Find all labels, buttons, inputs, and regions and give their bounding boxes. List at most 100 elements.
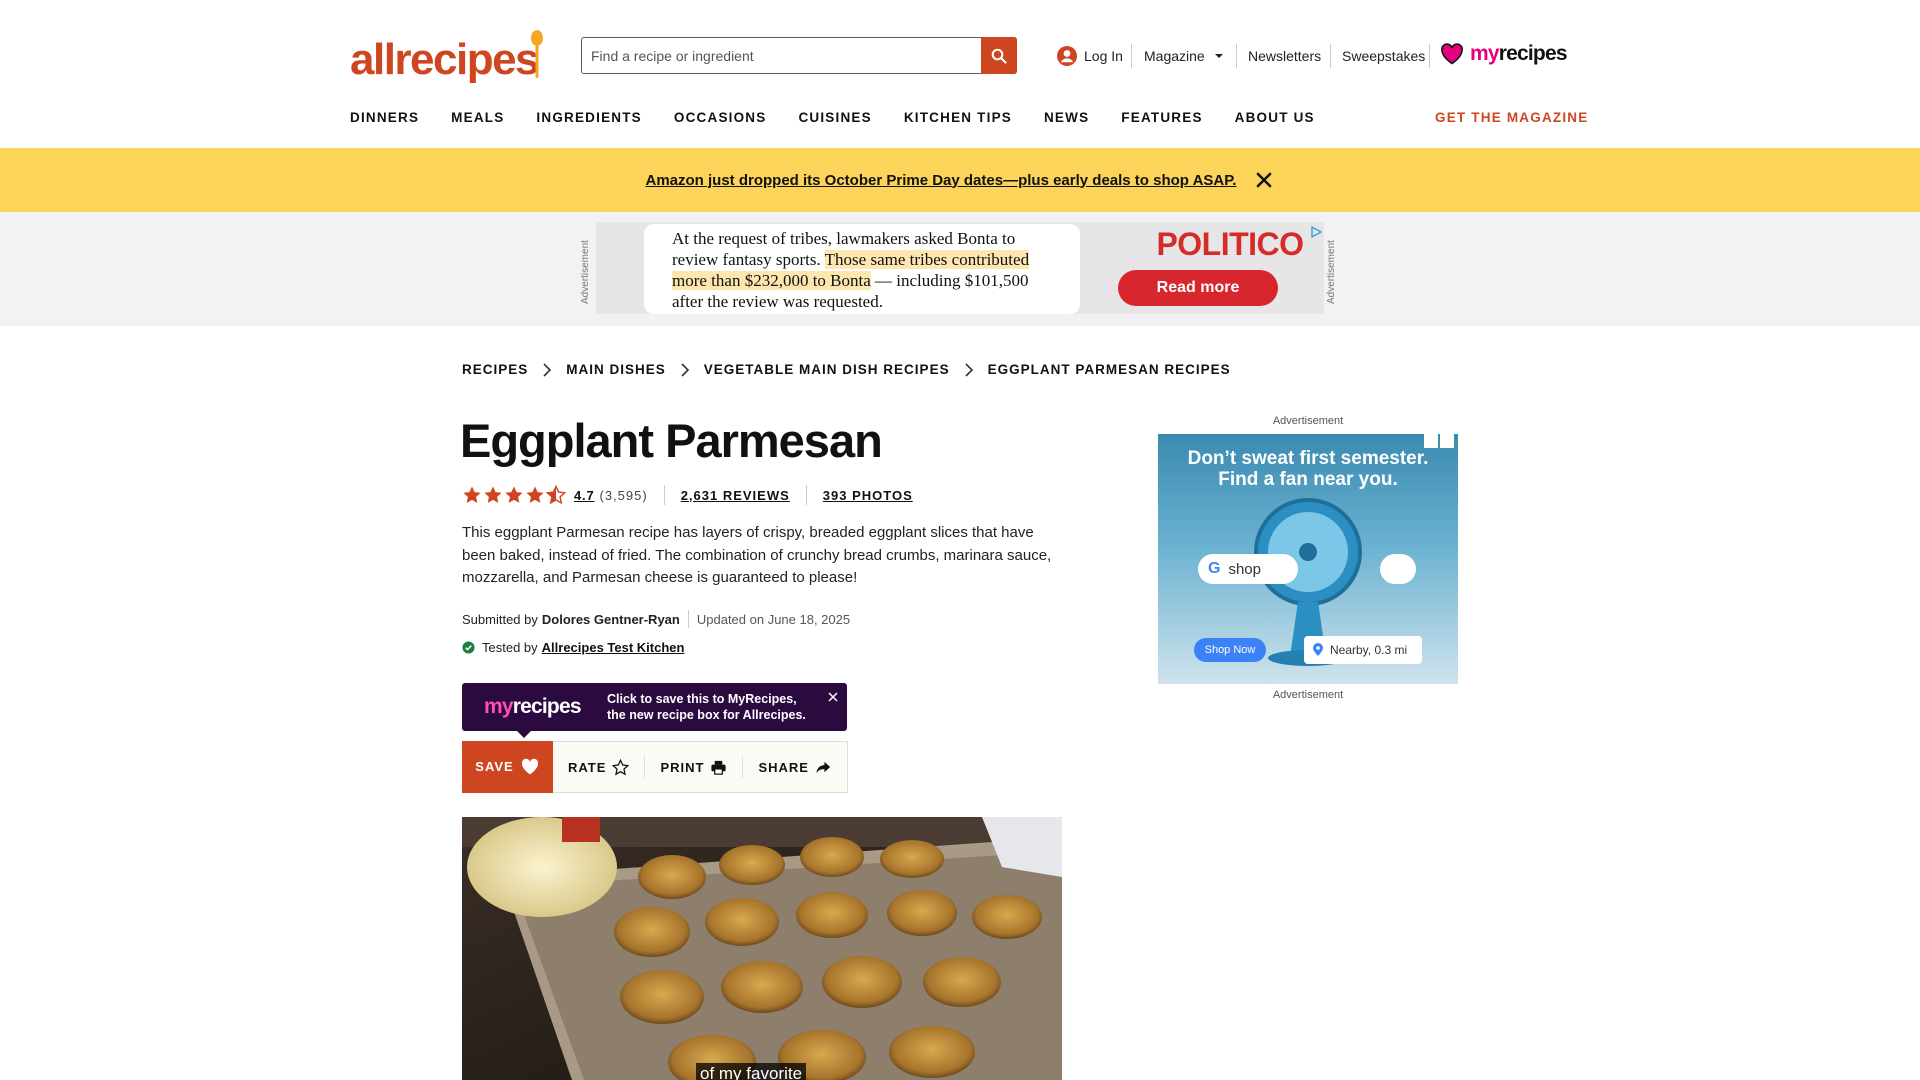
politico-ad[interactable]: At the request of tribes, lawmakers aske… xyxy=(596,222,1324,314)
chevron-right-icon xyxy=(681,362,689,377)
side-ad-label-bottom: Advertisement xyxy=(1272,689,1344,701)
test-kitchen-link[interactable]: Allrecipes Test Kitchen xyxy=(542,640,685,655)
printer-icon xyxy=(711,760,727,775)
login-link[interactable]: Log In xyxy=(1056,44,1123,68)
star-full-icon xyxy=(526,486,544,503)
close-icon[interactable] xyxy=(827,691,839,703)
nav-dinners[interactable]: DINNERS xyxy=(350,110,419,125)
logo-text: allrecipes xyxy=(350,35,540,84)
ad-choices[interactable] xyxy=(1424,434,1454,448)
save-label: SAVE xyxy=(475,759,514,774)
google-lens-icon[interactable] xyxy=(1380,554,1416,584)
myrecipes-logo: myrecipes xyxy=(484,695,582,719)
save-button[interactable]: SAVE xyxy=(462,740,553,793)
divider xyxy=(1429,44,1430,68)
caret-down-icon xyxy=(1214,54,1223,58)
adchoices-icon[interactable] xyxy=(1424,434,1438,448)
star-outline-icon xyxy=(612,758,630,775)
search-bar xyxy=(581,37,1017,74)
ad-menu-icon[interactable] xyxy=(1440,434,1454,448)
breadcrumb-recipes[interactable]: RECIPES xyxy=(462,362,528,377)
breadcrumb-eggplant-parmesan[interactable]: EGGPLANT PARMESAN RECIPES xyxy=(988,362,1231,377)
recipe-description: This eggplant Parmesan recipe has layers… xyxy=(462,524,1052,586)
newsletters-link[interactable]: Newsletters xyxy=(1248,44,1321,68)
rating-value[interactable]: 4.7 xyxy=(574,488,594,503)
read-more-button[interactable]: Read more xyxy=(1118,270,1278,306)
chevron-right-icon xyxy=(965,362,973,377)
tooltip-tail xyxy=(516,730,532,738)
reviews-link[interactable]: 2,631 REVIEWS xyxy=(681,488,790,503)
recipe-video[interactable]: of my favorite xyxy=(462,817,1062,1080)
allrecipes-logo[interactable]: allrecipes xyxy=(350,30,544,84)
ad-label-left: Advertisement xyxy=(580,240,591,304)
myrecipes-link[interactable]: my recipes xyxy=(1440,42,1568,66)
nav-kitchen-tips[interactable]: KITCHEN TIPS xyxy=(904,110,1012,125)
breadcrumb: RECIPES MAIN DISHES VEGETABLE MAIN DISH … xyxy=(462,362,1231,377)
tested-by: Tested by Allrecipes Test Kitchen xyxy=(462,640,684,655)
nav-ingredients[interactable]: INGREDIENTS xyxy=(536,110,641,125)
magazine-menu[interactable]: Magazine xyxy=(1144,44,1224,68)
google-shop-pill[interactable]: G shop xyxy=(1198,554,1298,584)
login-label: Log In xyxy=(1084,48,1123,64)
main-nav: DINNERS MEALS INGREDIENTS OCCASIONS CUIS… xyxy=(350,110,1347,125)
submitted-by-label: Submitted by xyxy=(462,611,538,627)
star-full-icon xyxy=(463,486,481,503)
ad-line-2b: Those same tribes contributed xyxy=(824,250,1030,269)
nav-cuisines[interactable]: CUISINES xyxy=(798,110,871,125)
myrecipes-logo-my: my xyxy=(484,695,514,718)
user-icon xyxy=(1057,46,1077,66)
ad-text-card: At the request of tribes, lawmakers aske… xyxy=(644,224,1080,314)
search-input[interactable] xyxy=(582,38,981,73)
myrecipes-logo-recipes: recipes xyxy=(512,695,582,718)
share-button[interactable]: SHARE xyxy=(743,756,847,778)
tooltip-line-2: the new recipe box for Allrecipes. xyxy=(607,708,806,722)
shop-now-button[interactable]: Shop Now xyxy=(1194,638,1266,662)
ad-line-3a: more than $232,000 to Bonta xyxy=(672,271,871,290)
chevron-right-icon xyxy=(543,362,552,377)
breadcrumb-main-dishes[interactable]: MAIN DISHES xyxy=(566,362,666,377)
search-button[interactable] xyxy=(981,37,1017,74)
divider xyxy=(1236,44,1237,68)
sweepstakes-link[interactable]: Sweepstakes xyxy=(1342,44,1425,68)
print-button[interactable]: PRINT xyxy=(645,756,742,778)
updated-date: Updated on June 18, 2025 xyxy=(696,611,851,627)
divider xyxy=(663,485,665,505)
nav-occasions[interactable]: OCCASIONS xyxy=(674,110,767,125)
share-arrow-icon xyxy=(816,761,831,773)
divider xyxy=(1131,44,1132,68)
nearby-text: Nearby, 0.3 mi xyxy=(1330,643,1408,657)
print-label: PRINT xyxy=(660,759,705,775)
tested-by-label: Tested by xyxy=(482,640,538,655)
nav-news[interactable]: NEWS xyxy=(1044,110,1089,125)
newsletters-label: Newsletters xyxy=(1248,48,1322,64)
breadcrumb-vegetable-main-dish[interactable]: VEGETABLE MAIN DISH RECIPES xyxy=(704,362,950,377)
sweepstakes-label: Sweepstakes xyxy=(1342,48,1426,64)
heart-icon xyxy=(1441,43,1463,65)
myrecipes-my: my xyxy=(1470,42,1500,65)
nav-meals[interactable]: MEALS xyxy=(451,110,504,125)
myrecipes-tooltip[interactable]: myrecipes Click to save this to MyRecipe… xyxy=(462,683,847,738)
star-full-icon xyxy=(484,486,502,503)
page-title: Eggplant Parmesan xyxy=(460,414,883,467)
ad-line-3b: — including $101,500 xyxy=(870,271,1029,290)
nav-features[interactable]: FEATURES xyxy=(1121,110,1202,125)
promo-banner-link[interactable]: Amazon just dropped its October Prime Da… xyxy=(646,172,1237,189)
politico-logo: POLITICO xyxy=(1156,226,1304,262)
get-the-magazine-link[interactable]: GET THE MAGAZINE xyxy=(1435,110,1588,125)
myrecipes-recipes: recipes xyxy=(1498,42,1568,65)
magazine-label: Magazine xyxy=(1144,48,1205,64)
divider xyxy=(805,485,807,505)
nav-about-us[interactable]: ABOUT US xyxy=(1235,110,1315,125)
share-label: SHARE xyxy=(758,759,809,775)
verified-check-icon xyxy=(462,641,475,654)
nearby-badge[interactable]: Nearby, 0.3 mi xyxy=(1304,636,1422,664)
close-icon[interactable] xyxy=(1254,170,1274,190)
photos-link[interactable]: 393 PHOTOS xyxy=(823,488,913,503)
side-ad[interactable]: Don’t sweat first semester. Find a fan n… xyxy=(1158,434,1458,684)
author-name[interactable]: Dolores Gentner-Ryan xyxy=(542,612,680,627)
rate-button[interactable]: RATE xyxy=(553,756,644,778)
rating-stars[interactable] xyxy=(462,485,566,505)
ad-line-2a: review fantasy sports. xyxy=(672,250,825,269)
rate-label: RATE xyxy=(568,759,607,775)
adchoices-icon[interactable] xyxy=(1310,226,1322,238)
